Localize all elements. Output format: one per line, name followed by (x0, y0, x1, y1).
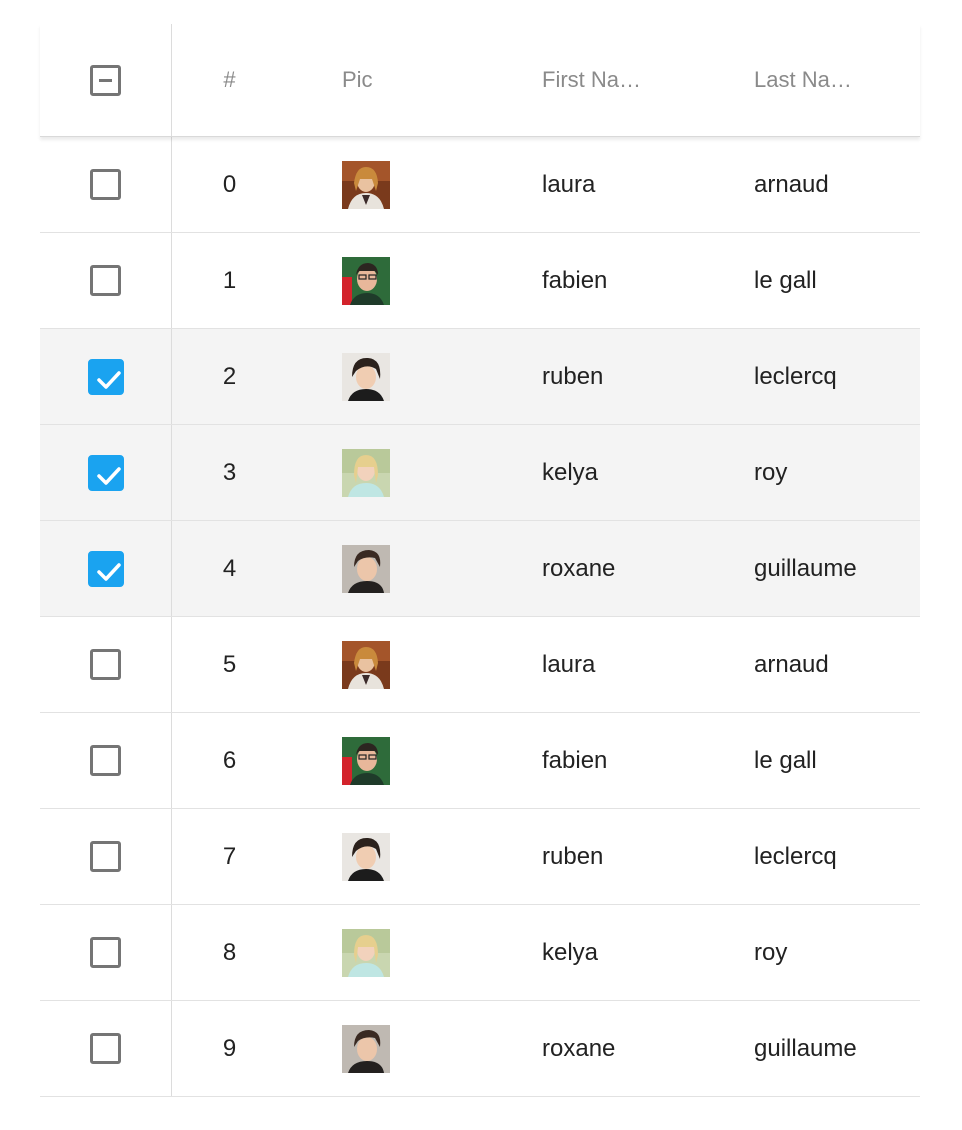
row-checkbox[interactable] (90, 649, 121, 680)
row-first-name: laura (542, 650, 596, 678)
table-row[interactable]: 0 laura arnaud (40, 137, 920, 233)
row-first-name: kelya (542, 458, 599, 486)
row-select-cell (40, 233, 172, 328)
row-last-name: guillaume (754, 554, 857, 582)
avatar-laura (342, 640, 390, 689)
row-first-name: roxane (542, 1034, 616, 1062)
checkmark-icon (96, 562, 121, 581)
row-checkbox[interactable] (90, 1033, 121, 1064)
row-select-cell (40, 905, 172, 1000)
table-row[interactable]: 8 kelya roy (40, 905, 920, 1001)
avatar-roxane (342, 1024, 390, 1073)
row-last-name: le gall (754, 266, 817, 294)
row-first-name: laura (542, 170, 596, 198)
table-row[interactable]: 7 ruben leclercq (40, 809, 920, 905)
row-select-cell (40, 1001, 172, 1096)
column-header-last-name[interactable]: Last Na… (754, 24, 920, 136)
table-row[interactable]: 4 roxane guillaume (40, 521, 920, 617)
row-first-name: ruben (542, 842, 604, 870)
avatar-ruben (342, 832, 390, 881)
avatar-ruben (342, 352, 390, 401)
row-checkbox[interactable] (90, 265, 121, 296)
row-index: 6 (222, 746, 237, 774)
avatar-roxane (342, 544, 390, 593)
table-row[interactable]: 5 laura arnaud (40, 617, 920, 713)
row-index: 0 (222, 170, 237, 198)
row-index: 9 (222, 1034, 237, 1062)
row-first-name: roxane (542, 554, 616, 582)
table-row[interactable]: 9 roxane guillaume (40, 1001, 920, 1097)
row-checkbox[interactable] (90, 937, 121, 968)
table-row[interactable]: 3 kelya roy (40, 425, 920, 521)
header-select-cell (40, 24, 172, 136)
row-first-name: ruben (542, 362, 604, 390)
row-select-cell (40, 617, 172, 712)
column-header-pic[interactable]: Pic (342, 24, 462, 136)
row-pic-cell (342, 521, 462, 616)
avatar-laura (342, 160, 390, 209)
row-first-name: kelya (542, 938, 599, 966)
row-index: 4 (222, 554, 237, 582)
column-header-first-name[interactable]: First Na… (542, 24, 732, 136)
row-checkbox[interactable] (87, 454, 124, 491)
select-all-checkbox[interactable] (90, 64, 121, 96)
row-checkbox[interactable] (87, 358, 124, 395)
row-index: 3 (222, 458, 237, 486)
row-pic-cell (342, 425, 462, 520)
row-select-cell (40, 329, 172, 424)
table-row[interactable]: 6 fabien le gall (40, 713, 920, 809)
row-index: 1 (222, 266, 237, 294)
grid-header: # Pic First Na… Last Na… (40, 24, 920, 137)
row-last-name: roy (754, 458, 788, 486)
row-pic-cell (342, 329, 462, 424)
grid-body: 0 laura arnaud 1 fabien le gall 2 ruben leclercq… (40, 137, 920, 1097)
row-pic-cell (342, 905, 462, 1000)
row-pic-cell (342, 809, 462, 904)
row-last-name: guillaume (754, 1034, 857, 1062)
row-select-cell (40, 521, 172, 616)
indeterminate-dash-icon (99, 78, 112, 82)
row-index: 8 (222, 938, 237, 966)
checkmark-icon (96, 466, 121, 485)
row-pic-cell (342, 1001, 462, 1096)
row-first-name: fabien (542, 746, 608, 774)
avatar-fabien (342, 736, 390, 785)
checkmark-icon (96, 370, 121, 389)
row-checkbox[interactable] (90, 745, 121, 776)
row-index: 7 (222, 842, 237, 870)
row-select-cell (40, 425, 172, 520)
table-row[interactable]: 1 fabien le gall (40, 233, 920, 329)
row-checkbox[interactable] (90, 169, 121, 200)
row-last-name: leclercq (754, 362, 837, 390)
avatar-kelya (342, 928, 390, 977)
row-select-cell (40, 713, 172, 808)
row-index: 2 (222, 362, 237, 390)
row-checkbox[interactable] (90, 841, 121, 872)
row-pic-cell (342, 233, 462, 328)
row-first-name: fabien (542, 266, 608, 294)
row-checkbox[interactable] (87, 550, 124, 587)
avatar-kelya (342, 448, 390, 497)
row-select-cell (40, 809, 172, 904)
data-grid: # Pic First Na… Last Na… 0 laura arnaud 1 fa… (40, 24, 920, 1097)
row-index: 5 (222, 650, 237, 678)
row-pic-cell (342, 617, 462, 712)
row-last-name: roy (754, 938, 788, 966)
row-last-name: leclercq (754, 842, 837, 870)
row-pic-cell (342, 137, 462, 232)
row-pic-cell (342, 713, 462, 808)
row-last-name: arnaud (754, 170, 829, 198)
avatar-fabien (342, 256, 390, 305)
table-row[interactable]: 2 ruben leclercq (40, 329, 920, 425)
row-select-cell (40, 137, 172, 232)
row-last-name: arnaud (754, 650, 829, 678)
row-last-name: le gall (754, 746, 817, 774)
column-header-index[interactable]: # (172, 24, 287, 136)
